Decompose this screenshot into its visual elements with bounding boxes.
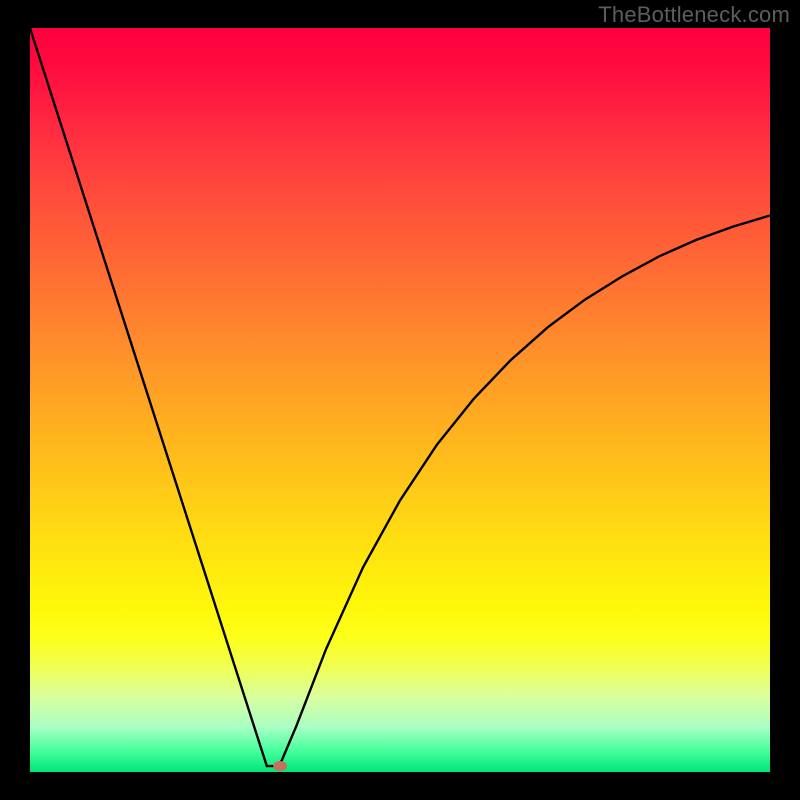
watermark-text: TheBottleneck.com <box>598 2 790 28</box>
curve-svg <box>30 28 770 772</box>
bottleneck-curve <box>30 28 770 766</box>
plot-area <box>30 28 770 772</box>
chart-frame: TheBottleneck.com <box>0 0 800 800</box>
optimal-point-marker <box>273 761 287 771</box>
